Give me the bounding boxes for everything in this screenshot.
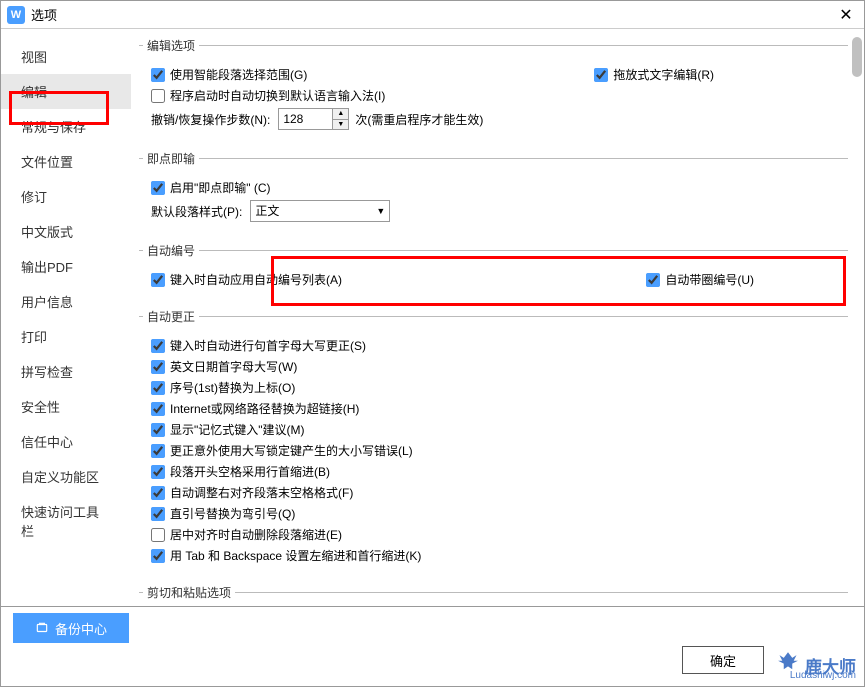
select-default-style[interactable]: 正文 xyxy=(250,200,390,222)
chk-autocorrect-5[interactable] xyxy=(151,444,165,458)
chk-autocorrect-3[interactable] xyxy=(151,402,165,416)
lbl-autocorrect-0: 键入时自动进行句首字母大写更正(S) xyxy=(170,337,366,354)
chk-autocorrect-2[interactable] xyxy=(151,381,165,395)
sidebar-item-12[interactable]: 自定义功能区 xyxy=(1,459,131,494)
sidebar: 视图编辑常规与保存文件位置修订中文版式输出PDF用户信息打印拼写检查安全性信任中… xyxy=(1,29,131,606)
lbl-autocorrect-7: 自动调整右对齐段落末空格格式(F) xyxy=(170,484,353,501)
section-auto-correct: 自动更正 键入时自动进行句首字母大写更正(S) 英文日期首字母大写(W) 序号(1s… xyxy=(139,308,848,578)
close-button[interactable]: ✕ xyxy=(834,3,858,27)
watermark: 鹿大师 Ludashiwj.com xyxy=(771,648,856,682)
chk-smart-para[interactable] xyxy=(151,68,165,82)
chk-autocorrect-4[interactable] xyxy=(151,423,165,437)
content-area: 编辑选项 使用智能段落选择范围(G) 拖放式文字编辑(R) 程序启动时自动切换到… xyxy=(131,29,864,606)
sidebar-item-11[interactable]: 信任中心 xyxy=(1,424,131,459)
lbl-autocorrect-10: 用 Tab 和 Backspace 设置左缩进和首行缩进(K) xyxy=(170,547,421,564)
chk-autocorrect-0[interactable] xyxy=(151,339,165,353)
sidebar-item-4[interactable]: 修订 xyxy=(1,179,131,214)
sidebar-item-2[interactable]: 常规与保存 xyxy=(1,109,131,144)
lbl-undo-suffix: 次(需重启程序才能生效) xyxy=(355,111,483,128)
section-edit-options: 编辑选项 使用智能段落选择范围(G) 拖放式文字编辑(R) 程序启动时自动切换到… xyxy=(139,37,848,144)
chk-autocorrect-10[interactable] xyxy=(151,549,165,563)
chk-autocorrect-1[interactable] xyxy=(151,360,165,374)
chk-autocorrect-6[interactable] xyxy=(151,465,165,479)
lbl-autocorrect-6: 段落开头空格采用行首缩进(B) xyxy=(170,463,330,480)
lbl-undo-steps: 撤销/恢复操作步数(N): xyxy=(151,111,270,128)
lbl-autocorrect-3: Internet或网络路径替换为超链接(H) xyxy=(170,400,359,417)
section-auto-number: 自动编号 键入时自动应用自动编号列表(A) 自动带圈编号(U) xyxy=(139,242,848,302)
titlebar: W 选项 ✕ xyxy=(1,1,864,29)
lbl-apply-auto-list: 键入时自动应用自动编号列表(A) xyxy=(170,271,342,288)
sidebar-item-5[interactable]: 中文版式 xyxy=(1,214,131,249)
section-cut-paste: 剪切和粘贴选项 ... xyxy=(139,584,848,606)
lbl-auto-ime: 程序启动时自动切换到默认语言输入法(I) xyxy=(170,87,385,104)
sidebar-item-0[interactable]: 视图 xyxy=(1,39,131,74)
sidebar-item-13[interactable]: 快速访问工具栏 xyxy=(1,494,131,548)
chk-autocorrect-9[interactable] xyxy=(151,528,165,542)
dialog-title: 选项 xyxy=(31,5,57,24)
chk-autocorrect-7[interactable] xyxy=(151,486,165,500)
sidebar-item-9[interactable]: 拼写检查 xyxy=(1,354,131,389)
spin-down[interactable]: ▼ xyxy=(333,120,348,130)
chk-enable-click-type[interactable] xyxy=(151,181,165,195)
lbl-drag-text: 拖放式文字编辑(R) xyxy=(613,66,714,83)
lbl-autocorrect-5: 更正意外使用大写锁定键产生的大小写错误(L) xyxy=(170,442,413,459)
lbl-autocorrect-4: 显示"记忆式键入"建议(M) xyxy=(170,421,305,438)
scrollbar[interactable] xyxy=(852,37,862,77)
backup-icon xyxy=(35,621,49,635)
chk-apply-auto-list[interactable] xyxy=(151,273,165,287)
chk-autocorrect-8[interactable] xyxy=(151,507,165,521)
input-undo-steps[interactable] xyxy=(278,108,333,130)
chk-drag-text[interactable] xyxy=(594,68,608,82)
section-click-type: 即点即输 启用"即点即输" (C) 默认段落样式(P): 正文 ▼ xyxy=(139,150,848,236)
sidebar-item-3[interactable]: 文件位置 xyxy=(1,144,131,179)
legend-edit-options: 编辑选项 xyxy=(143,37,199,54)
legend-auto-number: 自动编号 xyxy=(143,242,199,259)
ok-button[interactable]: 确定 xyxy=(682,646,764,674)
sidebar-item-10[interactable]: 安全性 xyxy=(1,389,131,424)
lbl-autocorrect-1: 英文日期首字母大写(W) xyxy=(170,358,297,375)
footer: 备份中心 确定 鹿大师 Ludashiwj.com xyxy=(1,606,864,686)
spin-up[interactable]: ▲ xyxy=(333,109,348,120)
lbl-default-style: 默认段落样式(P): xyxy=(151,203,242,220)
legend-cut-paste: 剪切和粘贴选项 xyxy=(143,584,235,601)
chk-auto-ime[interactable] xyxy=(151,89,165,103)
lbl-smart-para: 使用智能段落选择范围(G) xyxy=(170,66,307,83)
backup-center-button[interactable]: 备份中心 xyxy=(13,613,129,643)
app-icon: W xyxy=(7,6,25,24)
sidebar-item-6[interactable]: 输出PDF xyxy=(1,249,131,284)
lbl-enable-click-type: 启用"即点即输" (C) xyxy=(170,179,271,196)
sidebar-item-1[interactable]: 编辑 xyxy=(1,74,131,109)
legend-auto-correct: 自动更正 xyxy=(143,308,199,325)
sidebar-item-7[interactable]: 用户信息 xyxy=(1,284,131,319)
chk-circle-number[interactable] xyxy=(646,273,660,287)
lbl-autocorrect-2: 序号(1st)替换为上标(O) xyxy=(170,379,295,396)
legend-click-type: 即点即输 xyxy=(143,150,199,167)
lbl-circle-number: 自动带圈编号(U) xyxy=(665,271,754,288)
sidebar-item-8[interactable]: 打印 xyxy=(1,319,131,354)
lbl-autocorrect-8: 直引号替换为弯引号(Q) xyxy=(170,505,295,522)
lbl-autocorrect-9: 居中对齐时自动删除段落缩进(E) xyxy=(170,526,342,543)
